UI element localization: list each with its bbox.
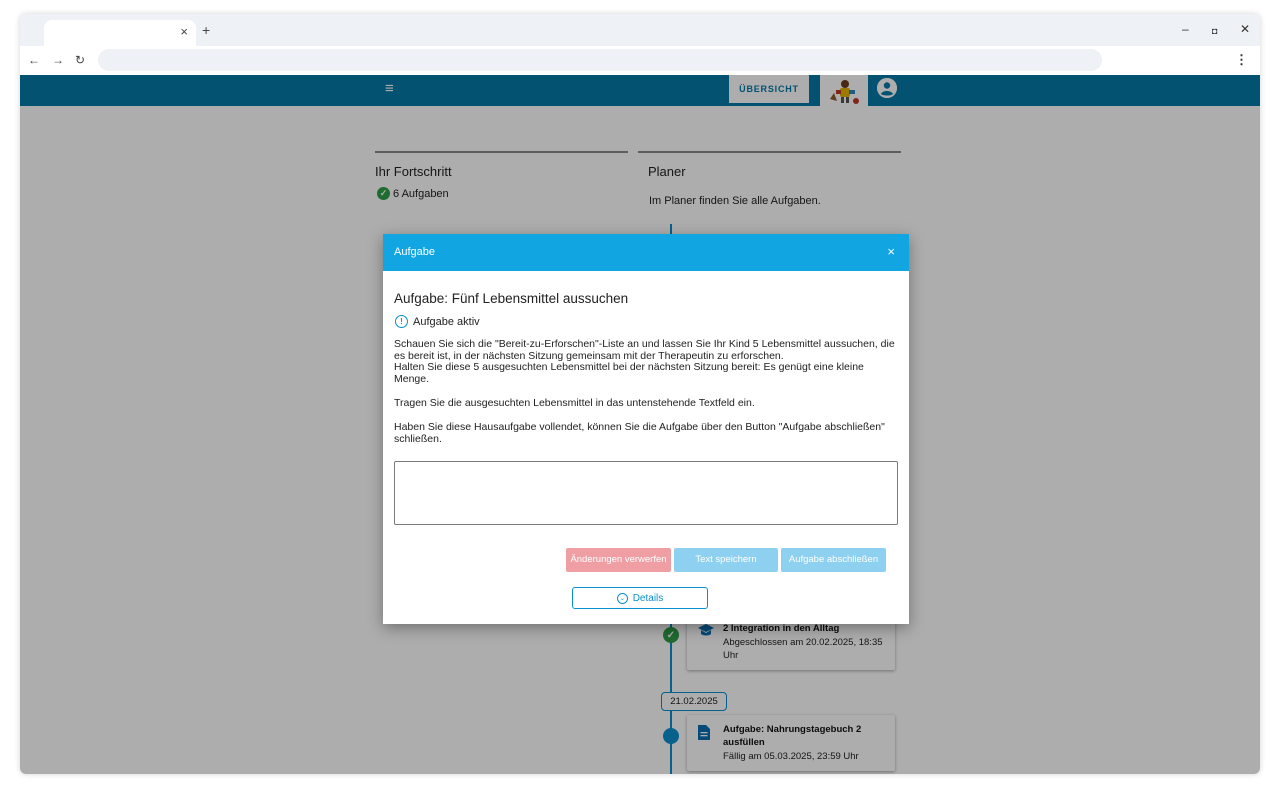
chevron-down-icon: ⌄ bbox=[616, 592, 628, 604]
food-list-textarea[interactable] bbox=[394, 461, 898, 525]
browser-window: × + – ◘ ✕ ← → ↻ ⋮ ≡ ÜBERSICHT Ihr Fortsc… bbox=[20, 14, 1260, 774]
new-tab-icon[interactable]: + bbox=[202, 23, 210, 37]
window-close-icon[interactable]: ✕ bbox=[1240, 22, 1250, 36]
finish-task-button[interactable]: Aufgabe abschließen bbox=[781, 548, 886, 572]
browser-toolbar: ← → ↻ ⋮ bbox=[20, 46, 1260, 75]
tab-close-icon[interactable]: × bbox=[180, 25, 188, 39]
address-bar[interactable] bbox=[98, 49, 1102, 71]
close-icon[interactable]: × bbox=[887, 244, 895, 259]
task-status-label: Aufgabe aktiv bbox=[413, 315, 480, 328]
task-instruction-3: Haben Sie diese Hausaufgabe vollendet, k… bbox=[394, 421, 885, 445]
task-instruction-2: Tragen Sie die ausgesuchten Lebensmittel… bbox=[394, 397, 755, 409]
back-icon[interactable]: ← bbox=[28, 53, 40, 67]
details-button[interactable]: ⌄ Details bbox=[572, 587, 708, 609]
minimize-icon[interactable]: – bbox=[1182, 22, 1189, 36]
info-circle-icon: ! bbox=[395, 315, 408, 328]
instruction-1a: Schauen Sie sich die "Bereit-zu-Erforsch… bbox=[394, 338, 895, 362]
instruction-1b: Halten Sie diese 5 ausgesuchten Lebensmi… bbox=[394, 361, 864, 385]
reload-icon[interactable]: ↻ bbox=[75, 53, 85, 67]
tab-strip: × + – ◘ ✕ bbox=[20, 14, 1260, 46]
task-instruction-1: Schauen Sie sich die "Bereit-zu-Erforsch… bbox=[394, 338, 899, 385]
save-text-button[interactable]: Text speichern bbox=[674, 548, 778, 572]
dialog-header: Aufgabe × bbox=[383, 234, 909, 271]
discard-changes-button[interactable]: Änderungen verwerfen bbox=[566, 548, 671, 572]
task-status: ! Aufgabe aktiv bbox=[395, 315, 480, 328]
browser-tab[interactable]: × bbox=[44, 20, 196, 46]
browser-menu-icon[interactable]: ⋮ bbox=[1235, 52, 1248, 68]
restore-icon[interactable]: ◘ bbox=[1212, 24, 1217, 38]
details-label: Details bbox=[632, 592, 664, 604]
forward-icon[interactable]: → bbox=[52, 53, 64, 67]
web-page: ≡ ÜBERSICHT Ihr Fortschritt ✓ 6 Aufgaben… bbox=[20, 75, 1260, 774]
task-dialog: Aufgabe × Aufgabe: Fünf Lebensmittel aus… bbox=[383, 234, 909, 624]
task-title: Aufgabe: Fünf Lebensmittel aussuchen bbox=[394, 291, 629, 306]
dialog-header-title: Aufgabe bbox=[394, 246, 435, 258]
